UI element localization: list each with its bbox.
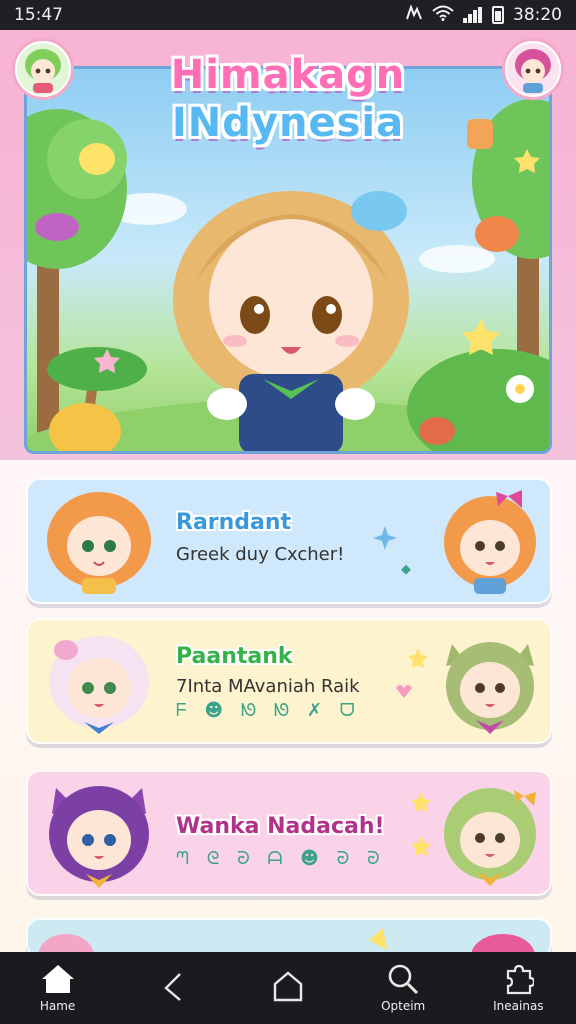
nav-home-outline[interactable]	[233, 970, 343, 1006]
sparkle-icon	[373, 526, 411, 575]
character-card-2[interactable]: Paantank 7Inta MAvaniah Raik ᖴ ☻ ᘚ ᘚ ✗ ᗜ	[26, 618, 552, 744]
card2-subtitle: 7Inta MAvaniah Raik	[176, 676, 360, 697]
card2-right-character-icon	[446, 642, 534, 734]
home-icon	[41, 965, 74, 993]
bottom-nav-bar: Hame Opteim Ineainas	[0, 952, 576, 1024]
wifi-icon	[432, 5, 454, 26]
nav-more-label: Ineainas	[493, 999, 544, 1013]
game-title-line1: Himakagn	[170, 52, 406, 98]
status-icons: 38:20	[405, 3, 562, 26]
card1-left-character-icon	[47, 492, 151, 594]
puzzle-icon	[507, 964, 535, 995]
status-time-right: 38:20	[513, 5, 562, 25]
card1-title: Rarndant	[176, 510, 292, 535]
status-time-left: 15:47	[14, 5, 63, 25]
battery-icon	[492, 6, 504, 24]
character-card-3[interactable]: Wanka Nadacah! ᘉ ᘓ ᘒ ᗩ ☻ ᘒ ᘒ	[26, 770, 552, 896]
card3-left-character-icon	[49, 786, 149, 888]
nav-search-label: Opteim	[381, 999, 426, 1013]
nav-home[interactable]: Hame	[3, 963, 113, 1013]
card3-title: Wanka Nadacah!	[176, 814, 385, 839]
nav-home-label: Hame	[39, 999, 76, 1013]
nav-back[interactable]	[118, 970, 228, 1006]
card1-right-character-icon	[444, 490, 536, 594]
back-icon	[164, 973, 181, 1001]
star-icon	[396, 648, 428, 698]
card1-subtitle: Greek duy Cxcher!	[176, 544, 345, 565]
card2-left-character-icon	[49, 636, 149, 734]
card2-title: Paantank	[176, 644, 293, 669]
search-icon	[388, 964, 419, 995]
notification-icon	[405, 3, 423, 26]
game-title-line2: INdynesia	[171, 100, 405, 146]
home-outline-icon	[273, 971, 303, 1002]
card2-stat-icons: ᖴ ☻ ᘚ ᘚ ✗ ᗜ	[176, 700, 361, 721]
card3-right-character-icon	[444, 788, 536, 886]
signal-icon	[463, 7, 483, 23]
character-card-1[interactable]: Rarndant Greek duy Cxcher!	[26, 478, 552, 604]
card3-stat-icons: ᘉ ᘓ ᘒ ᗩ ☻ ᘒ ᘒ	[176, 848, 386, 869]
status-bar: 15:47 38:20	[0, 0, 576, 30]
nav-search[interactable]: Opteim	[348, 963, 458, 1013]
star-icon-2	[411, 792, 431, 856]
hero-banner: Himakagn INdynesia	[0, 30, 576, 460]
nav-more[interactable]: Ineainas	[463, 963, 573, 1013]
star-icon-3	[369, 928, 387, 950]
